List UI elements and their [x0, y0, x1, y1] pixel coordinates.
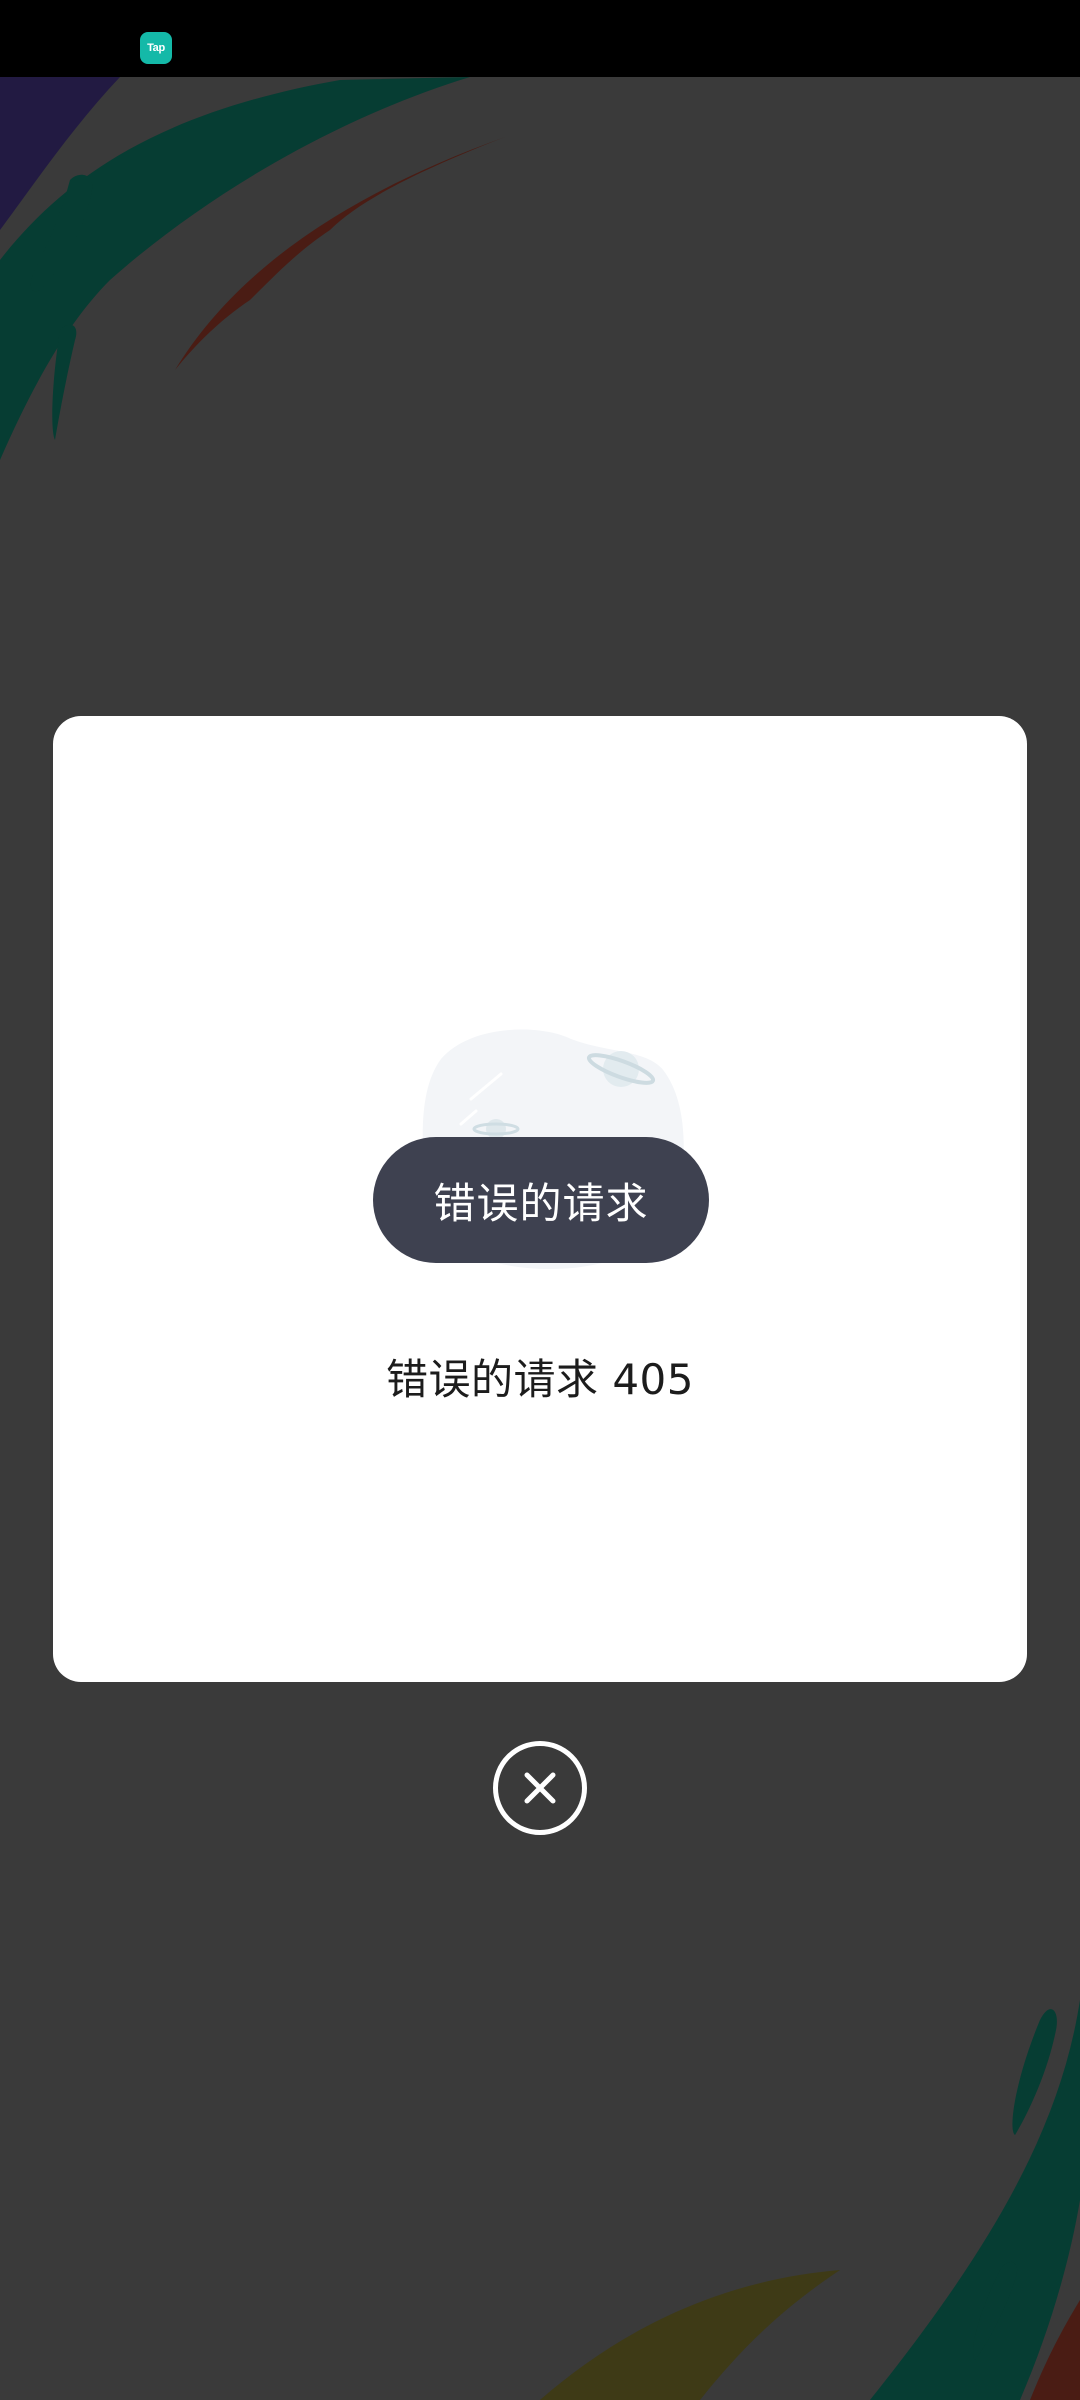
error-dialog: 错误的请求 错误的请求 405	[53, 716, 1027, 1682]
olive-swoosh	[540, 2270, 840, 2400]
close-button[interactable]	[493, 1741, 587, 1835]
error-message: 错误的请求 405	[385, 1355, 695, 1404]
status-bar: Tap	[0, 0, 1080, 77]
close-icon	[524, 1772, 556, 1804]
app-notification-icon: Tap	[140, 32, 172, 64]
error-status-label: 错误的请求	[433, 1178, 649, 1228]
app-badge-text: Tap	[147, 42, 165, 54]
error-status-button[interactable]: 错误的请求	[373, 1137, 709, 1263]
